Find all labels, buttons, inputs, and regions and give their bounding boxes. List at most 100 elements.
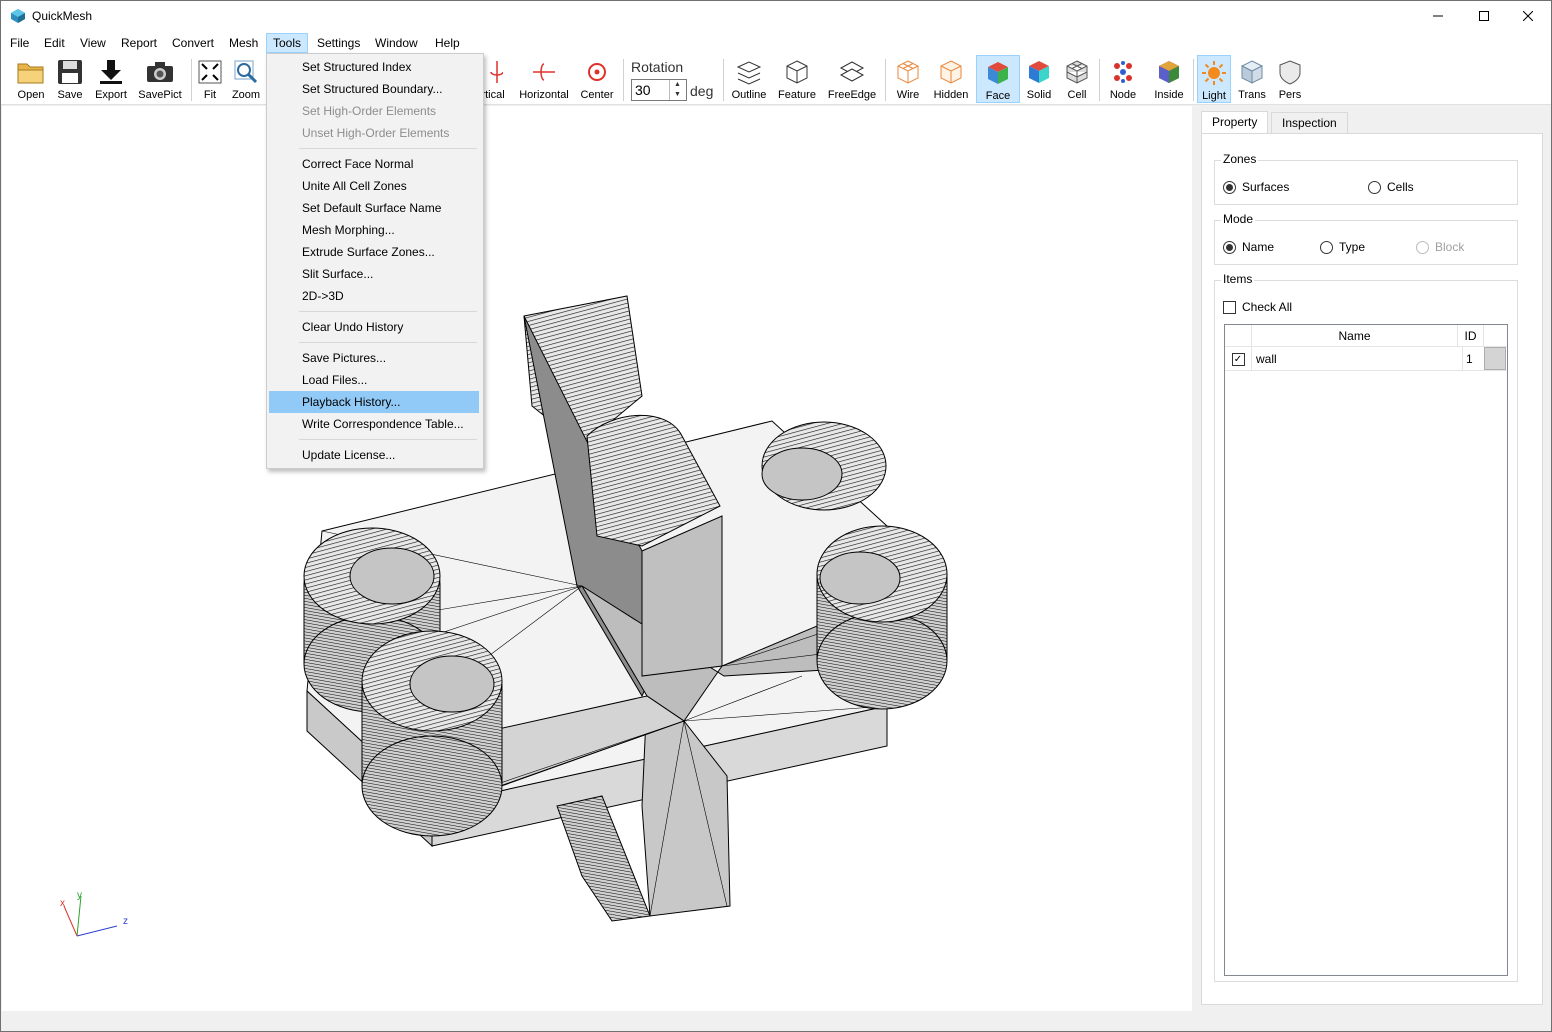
center-button[interactable]: Center: [577, 55, 617, 103]
open-label: Open: [17, 89, 45, 101]
face-button[interactable]: Face: [976, 55, 1020, 103]
tools-menu-item-mesh-morphing[interactable]: Mesh Morphing...: [269, 219, 479, 241]
radio-on-icon: [1223, 240, 1236, 254]
mode-type-radio[interactable]: Type: [1320, 240, 1365, 254]
tools-menu-item-update-license[interactable]: Update License...: [269, 444, 479, 466]
fit-button[interactable]: Fit: [196, 55, 224, 103]
column-header-name[interactable]: Name: [1252, 325, 1458, 347]
hidden-cube-icon: [940, 60, 962, 84]
tools-menu-item-playback-history[interactable]: Playback History...: [269, 391, 479, 413]
node-button[interactable]: Node: [1105, 55, 1141, 103]
light-button[interactable]: Light: [1197, 55, 1231, 103]
tools-menu-item-slit-surface[interactable]: Slit Surface...: [269, 263, 479, 285]
tools-menu-item-write-correspondence-table[interactable]: Write Correspondence Table...: [269, 413, 479, 435]
surfaces-label: Surfaces: [1242, 180, 1290, 194]
check-all-checkbox[interactable]: Check All: [1223, 300, 1292, 314]
column-header-check: [1225, 325, 1252, 347]
mode-name-radio[interactable]: Name: [1223, 240, 1274, 254]
maximize-button[interactable]: [1461, 1, 1507, 31]
rotation-unit: deg: [690, 83, 714, 99]
close-button[interactable]: [1505, 1, 1551, 31]
face-label: Face: [985, 90, 1011, 102]
folder-icon: [17, 63, 44, 84]
menu-edit[interactable]: Edit: [38, 33, 71, 53]
property-tab-page: Zones Surfaces Cells Mode Name Type Bloc…: [1201, 133, 1543, 1005]
menu-mesh[interactable]: Mesh: [223, 33, 264, 53]
check-all-label: Check All: [1242, 300, 1293, 314]
zones-cells-radio[interactable]: Cells: [1368, 180, 1414, 194]
row-id: 1: [1462, 347, 1484, 371]
trans-button[interactable]: Trans: [1235, 55, 1269, 103]
tab-inspection[interactable]: Inspection: [1271, 112, 1348, 134]
solid-button[interactable]: Solid: [1023, 55, 1055, 103]
items-group: Items Check All Name ID ✓ wall 1: [1214, 272, 1518, 982]
table-row[interactable]: ✓ wall 1: [1225, 347, 1507, 371]
inside-button[interactable]: Inside: [1149, 55, 1189, 103]
menu-window[interactable]: Window: [369, 33, 424, 53]
camera-icon: [147, 62, 173, 82]
cells-label: Cells: [1387, 180, 1414, 194]
tools-menu-item-correct-face-normal[interactable]: Correct Face Normal: [269, 153, 479, 175]
feature-button[interactable]: Feature: [775, 55, 819, 103]
column-header-id[interactable]: ID: [1458, 325, 1484, 347]
cell-button[interactable]: Cell: [1061, 55, 1093, 103]
outline-button[interactable]: Outline: [729, 55, 769, 103]
freeedge-button[interactable]: FreeEdge: [825, 55, 879, 103]
menu-help[interactable]: Help: [429, 33, 466, 53]
minimize-button[interactable]: [1415, 1, 1461, 31]
tools-menu-item-set-structured-boundary[interactable]: Set Structured Boundary...: [269, 78, 479, 100]
title-bar: QuickMesh: [1, 1, 1551, 31]
menu-view[interactable]: View: [74, 33, 112, 53]
sun-icon: [1202, 61, 1226, 85]
row-checkbox[interactable]: ✓: [1225, 347, 1252, 371]
radio-off-icon: [1368, 180, 1381, 194]
menu-separator: [299, 148, 477, 149]
tools-menu-item-extrude-surface-zones[interactable]: Extrude Surface Zones...: [269, 241, 479, 263]
color-swatch-button[interactable]: [1484, 347, 1506, 370]
horizontal-rotate-button[interactable]: Horizontal: [517, 55, 571, 103]
tools-menu-item-set-structured-index[interactable]: Set Structured Index: [269, 56, 479, 78]
tools-menu-item-set-default-surface-name[interactable]: Set Default Surface Name: [269, 197, 479, 219]
tools-menu-item-2d-3d[interactable]: 2D->3D: [269, 285, 479, 307]
cell-grid-icon: [1066, 60, 1088, 84]
property-panel: Property Inspection Zones Surfaces Cells…: [1193, 106, 1551, 1011]
mesh-model-render[interactable]: y x z: [2, 106, 1192, 1011]
mesh-viewport[interactable]: y x z: [2, 106, 1192, 1011]
save-picture-button[interactable]: SavePict: [136, 55, 184, 103]
open-button[interactable]: Open: [13, 55, 49, 103]
perspective-shield-icon: [1279, 60, 1301, 85]
spin-up-icon[interactable]: ▲: [670, 80, 685, 90]
rotation-spinner[interactable]: ▲ ▼: [669, 80, 685, 100]
menu-file[interactable]: File: [4, 33, 35, 53]
horizontal-rotate-icon: [533, 63, 555, 81]
zoom-label: Zoom: [231, 89, 261, 101]
menu-report[interactable]: Report: [115, 33, 163, 53]
axis-x-label: x: [60, 898, 65, 909]
cell-label: Cell: [1067, 89, 1087, 101]
zoom-button[interactable]: Zoom: [230, 55, 262, 103]
hidden-button[interactable]: Hidden: [931, 55, 971, 103]
app-logo-icon: [11, 9, 25, 23]
column-header-extra: [1484, 325, 1507, 347]
mode-block-radio: Block: [1416, 240, 1464, 254]
feature-label: Feature: [778, 89, 816, 101]
save-button[interactable]: Save: [53, 55, 87, 103]
wire-button[interactable]: Wire: [891, 55, 925, 103]
radio-off-icon: [1416, 240, 1429, 254]
zones-surfaces-radio[interactable]: Surfaces: [1223, 180, 1289, 194]
tools-menu-item-clear-undo-history[interactable]: Clear Undo History: [269, 316, 479, 338]
tab-property[interactable]: Property: [1201, 111, 1269, 134]
menu-convert[interactable]: Convert: [166, 33, 220, 53]
mode-group: Mode Name Type Block: [1214, 212, 1518, 265]
menu-tools[interactable]: Tools: [266, 33, 309, 53]
pers-button[interactable]: Pers: [1274, 55, 1306, 103]
export-button[interactable]: Export: [91, 55, 131, 103]
tools-menu-item-load-files[interactable]: Load Files...: [269, 369, 479, 391]
radio-off-icon: [1320, 240, 1333, 254]
tools-menu-item-unite-all-cell-zones[interactable]: Unite All Cell Zones: [269, 175, 479, 197]
minimize-icon: [1433, 15, 1443, 17]
spin-down-icon[interactable]: ▼: [670, 90, 685, 100]
menu-settings[interactable]: Settings: [311, 33, 366, 53]
tools-menu-item-save-pictures[interactable]: Save Pictures...: [269, 347, 479, 369]
trans-label: Trans: [1238, 89, 1266, 101]
